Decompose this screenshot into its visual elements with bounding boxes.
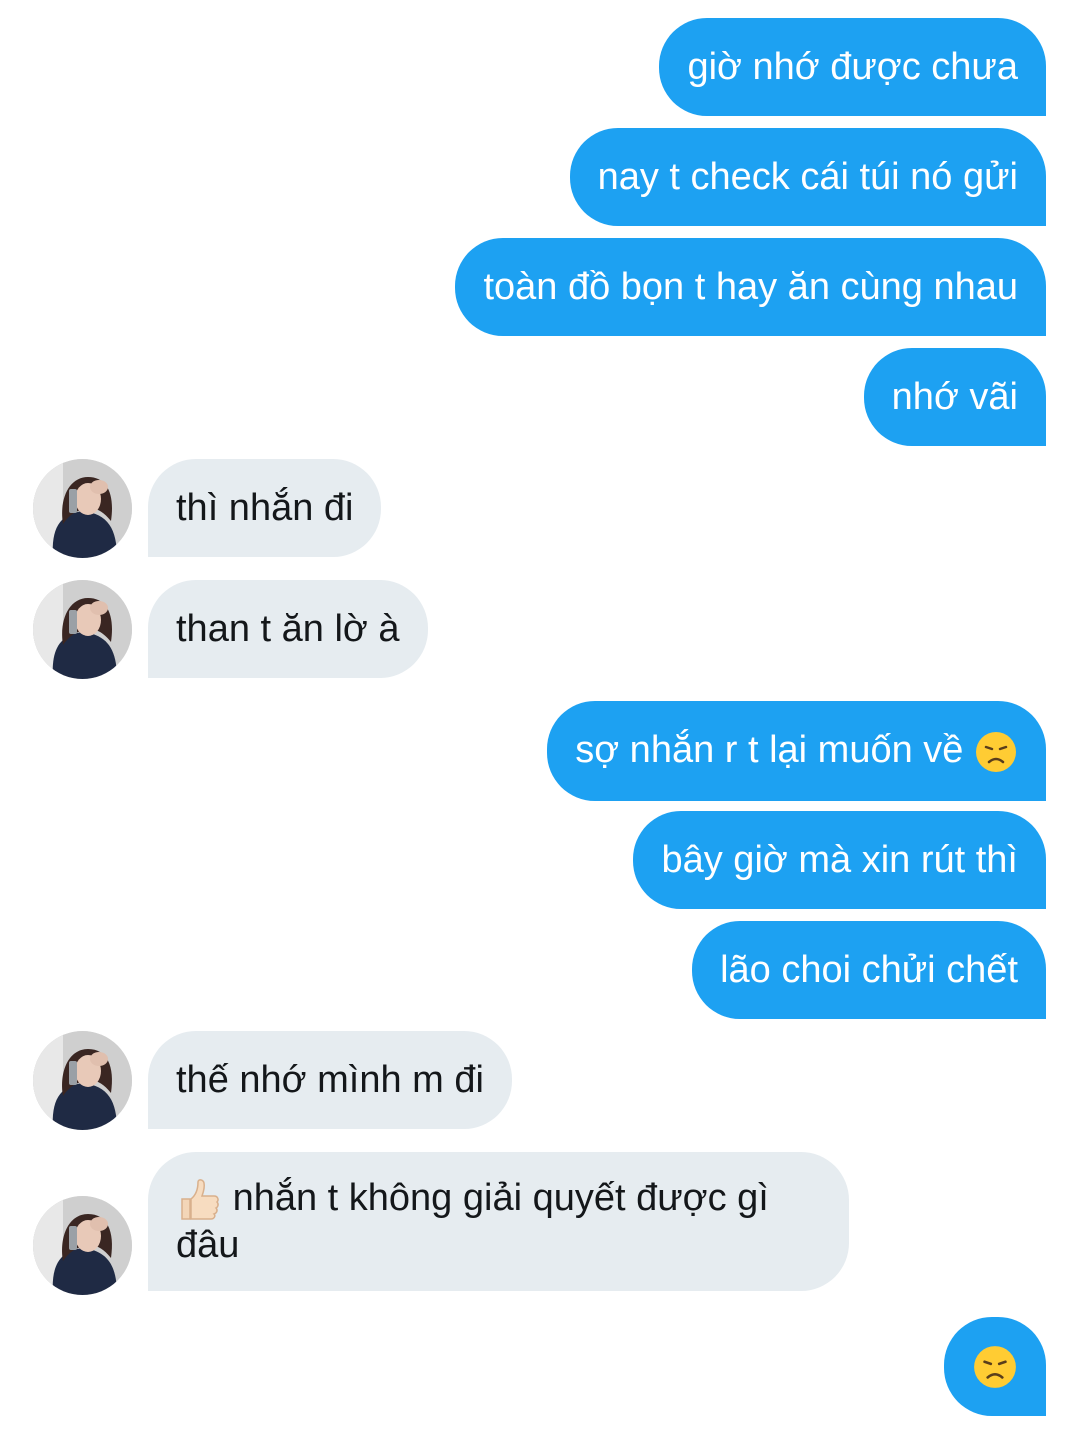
message-bubble-received[interactable]: than t ăn lờ à: [148, 580, 428, 678]
message-thread: giờ nhớ được chưa nay t check cái túi nó…: [0, 0, 1080, 1434]
message-bubble-received[interactable]: nhắn t không giải quyết được gì đâu: [148, 1152, 849, 1291]
message-bubble-sent[interactable]: lão choi chửi chết: [692, 921, 1046, 1019]
message-text: lão choi chửi chết: [720, 949, 1018, 991]
avatar[interactable]: [33, 459, 132, 558]
disappointed-face-icon: [974, 730, 1018, 774]
message-bubble-sent[interactable]: nhớ vãi: [863, 348, 1046, 446]
message-text: sợ nhắn r t lại muốn về: [575, 729, 964, 771]
message-bubble-sent[interactable]: bây giờ mà xin rút thì: [633, 811, 1046, 909]
message-text: bây giờ mà xin rút thì: [661, 839, 1018, 881]
message-bubble-received[interactable]: thì nhắn đi: [148, 459, 382, 557]
avatar[interactable]: [33, 580, 132, 679]
message-text: nhớ vãi: [891, 376, 1018, 418]
message-text: nhắn t không giải quyết được gì đâu: [176, 1177, 769, 1266]
message-bubble-sent[interactable]: toàn đồ bọn t hay ăn cùng nhau: [455, 238, 1046, 336]
message-text: thế nhớ mình m đi: [176, 1059, 484, 1101]
message-bubble-received[interactable]: thế nhớ mình m đi: [148, 1031, 512, 1129]
message-bubble-sent[interactable]: [944, 1317, 1046, 1416]
message-bubble-sent[interactable]: sợ nhắn r t lại muốn về: [547, 701, 1046, 801]
message-bubble-sent[interactable]: giờ nhớ được chưa: [659, 18, 1046, 116]
message-text: nay t check cái túi nó gửi: [597, 156, 1018, 198]
disappointed-face-icon: [972, 1344, 1018, 1390]
avatar[interactable]: [33, 1031, 132, 1130]
thumbs-up-icon: [176, 1177, 222, 1223]
message-text: thì nhắn đi: [176, 487, 354, 529]
message-text: toàn đồ bọn t hay ăn cùng nhau: [483, 266, 1018, 308]
message-text: giờ nhớ được chưa: [687, 46, 1018, 88]
message-text: than t ăn lờ à: [176, 608, 400, 650]
avatar[interactable]: [33, 1196, 132, 1295]
message-bubble-sent[interactable]: nay t check cái túi nó gửi: [569, 128, 1046, 226]
